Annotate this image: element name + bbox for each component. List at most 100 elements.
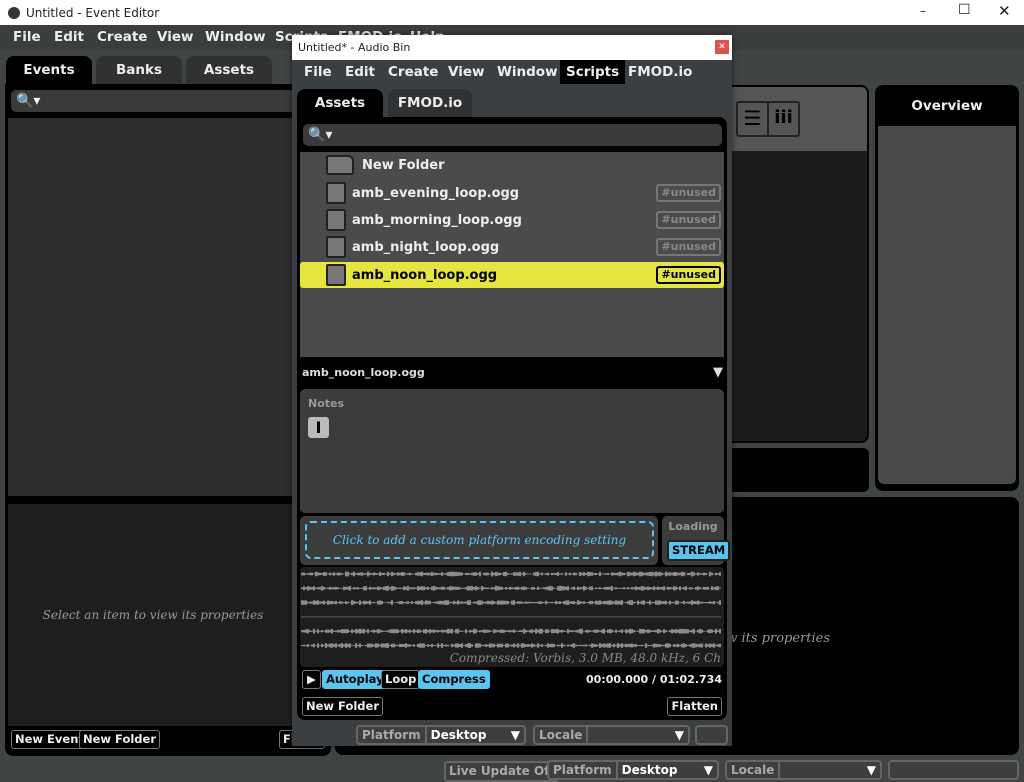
search-icon: 🔍▾ <box>16 93 41 109</box>
events-search-input[interactable]: 🔍▾ <box>11 90 325 112</box>
platform-label: Platform <box>358 727 427 743</box>
collapse-arrow-icon[interactable]: ▼ <box>713 362 723 384</box>
menu-window[interactable]: Window <box>205 25 266 50</box>
platform-label: Platform <box>549 762 618 778</box>
play-button[interactable]: ▶ <box>302 670 321 689</box>
tab-banks[interactable]: Banks <box>96 56 182 84</box>
audio-bin-menubar: File Edit Create View Window Scripts FMO… <box>292 60 732 84</box>
assets-list[interactable]: New Folder amb_evening_loop.ogg #unused a… <box>300 152 724 357</box>
assets-panel: 🔍▾ New Folder amb_evening_loop.ogg #unuse… <box>297 117 731 720</box>
waveform-info: Compressed: Vorbis, 3.0 MB, 48.0 kHz, 6 … <box>449 651 721 665</box>
dropdown-arrow-icon: ▼ <box>703 763 713 777</box>
autoplay-toggle[interactable]: Autoplay <box>322 670 388 689</box>
minimize-button[interactable]: – <box>920 4 926 18</box>
platform-select[interactable]: Platform Desktop ▼ <box>356 725 526 745</box>
tab-assets[interactable]: Assets <box>186 56 272 84</box>
menu-create[interactable]: Create <box>388 60 438 84</box>
main-titlebar: Untitled - Event Editor – ☐ ✕ <box>0 0 1024 25</box>
status-field <box>888 760 1019 780</box>
play-icon: ▶ <box>307 672 316 686</box>
app-logo-icon <box>8 6 20 19</box>
dropdown-arrow-icon: ▼ <box>866 763 876 777</box>
waveform-file-icon <box>326 236 346 258</box>
waveform-file-icon <box>326 182 346 204</box>
flatten-button[interactable]: Flatten <box>667 697 722 716</box>
add-encoding-setting[interactable]: Click to add a custom platform encoding … <box>305 521 654 559</box>
dropdown-arrow-icon: ▼ <box>674 728 684 742</box>
encoding-area: Click to add a custom platform encoding … <box>300 516 658 565</box>
audio-bin-window: Untitled* - Audio Bin ✕ File Edit Create… <box>292 35 732 746</box>
overview-panel: Overview <box>875 85 1019 491</box>
new-event-button[interactable]: New Event <box>11 730 88 749</box>
locale-label: Locale <box>727 762 781 778</box>
tab-fmodio[interactable]: FMOD.io <box>388 89 472 117</box>
playback-time: 00:00.000 / 01:02.734 <box>586 673 722 686</box>
waveform-channel <box>301 628 721 634</box>
close-button[interactable]: ✕ <box>998 2 1011 20</box>
locale-select[interactable]: Locale ▼ <box>533 725 690 745</box>
column-view-icon[interactable]: iii <box>769 103 798 135</box>
list-item-folder[interactable]: New Folder <box>300 152 724 178</box>
list-item[interactable]: amb_evening_loop.ogg #unused <box>300 180 724 206</box>
locale-label: Locale <box>535 727 589 743</box>
status-field <box>695 725 728 745</box>
close-icon[interactable]: ✕ <box>715 40 729 54</box>
selected-file-name: amb_noon_loop.ogg <box>302 366 425 379</box>
events-panel: 🔍▾ Select an item to view its properties… <box>5 84 331 756</box>
unused-tag: #unused <box>656 238 721 256</box>
platform-select[interactable]: Platform Desktop ▼ <box>547 760 719 780</box>
menu-fmodio[interactable]: FMOD.io <box>628 60 692 84</box>
editor-panel: ☰ iii <box>720 85 869 443</box>
editor-subpanel <box>720 448 869 492</box>
properties-placeholder: Select an item to view its properties <box>42 608 264 622</box>
list-view-icon[interactable]: ☰ <box>738 103 769 135</box>
waveform-channel <box>301 643 721 648</box>
menu-view[interactable]: View <box>448 60 484 84</box>
view-toggle[interactable]: ☰ iii <box>736 101 800 137</box>
loop-toggle[interactable]: Loop <box>381 670 421 689</box>
live-update-button[interactable]: Live Update Off <box>444 761 559 782</box>
events-list[interactable] <box>8 118 298 496</box>
unused-tag: #unused <box>656 184 721 202</box>
new-folder-button[interactable]: New Folder <box>302 697 383 716</box>
maximize-button[interactable]: ☐ <box>958 2 971 18</box>
assets-search-input[interactable]: 🔍▾ <box>303 124 722 146</box>
menu-view[interactable]: View <box>157 25 193 50</box>
menu-file[interactable]: File <box>304 60 332 84</box>
menu-window[interactable]: Window <box>497 60 558 84</box>
waveform-file-icon <box>326 264 346 286</box>
properties-area: Select an item to view its properties <box>8 504 298 726</box>
waveform-channel <box>301 585 721 591</box>
dropdown-arrow-icon: ▼ <box>510 728 520 742</box>
stream-button[interactable]: STREAM <box>667 540 731 561</box>
menu-edit[interactable]: Edit <box>345 60 375 84</box>
loading-area: Loading STREAM <box>662 516 731 565</box>
menu-file[interactable]: File <box>13 25 41 50</box>
list-item[interactable]: amb_night_loop.ogg #unused <box>300 234 724 260</box>
menu-edit[interactable]: Edit <box>54 25 84 50</box>
item-name: amb_noon_loop.ogg <box>352 267 498 283</box>
compress-toggle[interactable]: Compress <box>418 670 490 689</box>
loading-label: Loading <box>668 520 718 533</box>
notes-area[interactable]: Notes I <box>300 389 724 513</box>
new-folder-button[interactable]: New Folder <box>79 730 160 749</box>
list-item-selected[interactable]: amb_noon_loop.ogg #unused <box>300 262 724 288</box>
locale-select[interactable]: Locale ▼ <box>725 760 882 780</box>
menu-create[interactable]: Create <box>97 25 147 50</box>
list-item[interactable]: amb_morning_loop.ogg #unused <box>300 207 724 233</box>
platform-value: Desktop <box>621 763 678 777</box>
waveform-channel <box>301 600 721 606</box>
tab-events[interactable]: Events <box>6 56 92 84</box>
item-name: New Folder <box>362 157 445 173</box>
menu-scripts[interactable]: Scripts <box>560 60 626 84</box>
folder-icon <box>326 155 354 175</box>
tab-assets[interactable]: Assets <box>297 89 383 117</box>
item-name: amb_night_loop.ogg <box>352 239 500 255</box>
notes-label: Notes <box>308 397 345 410</box>
item-name: amb_morning_loop.ogg <box>352 212 522 228</box>
audio-bin-title: Untitled* - Audio Bin <box>298 41 411 54</box>
waveform-display[interactable]: Compressed: Vorbis, 3.0 MB, 48.0 kHz, 6 … <box>300 567 724 667</box>
text-cursor-icon[interactable]: I <box>308 417 329 438</box>
selected-file-header[interactable]: amb_noon_loop.ogg ▼ <box>297 362 727 384</box>
waveform-channel <box>301 571 721 577</box>
